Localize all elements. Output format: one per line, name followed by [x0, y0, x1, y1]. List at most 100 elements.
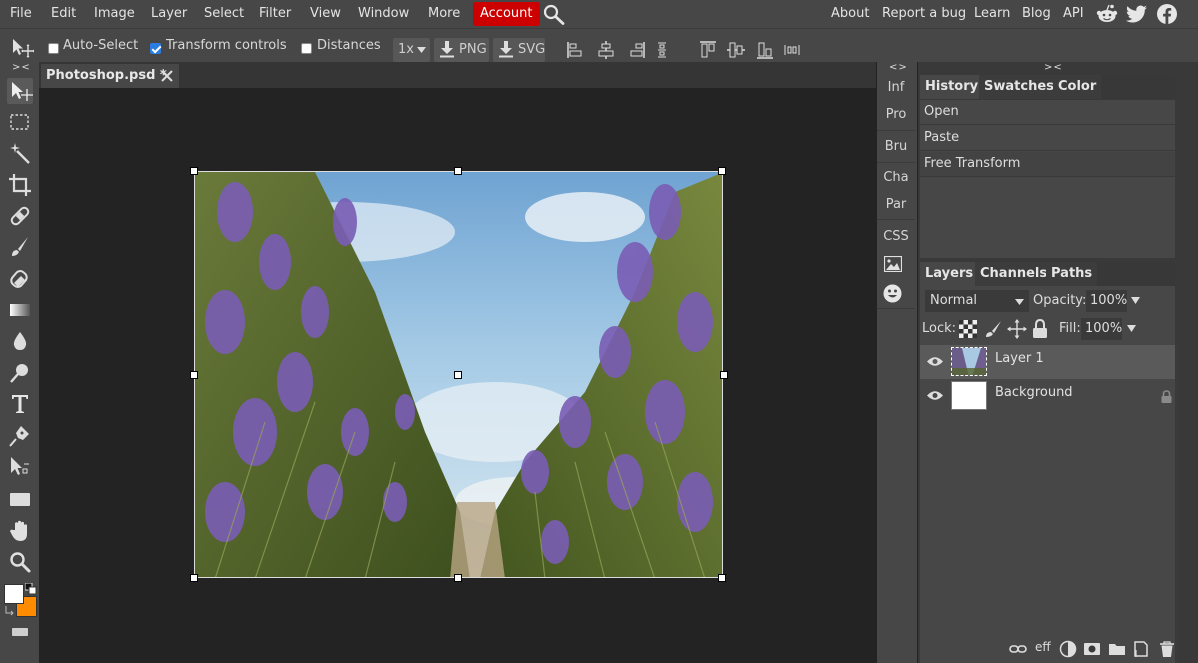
menu-edit[interactable]: Edit [51, 0, 76, 28]
distribute-horizontal-icon[interactable] [654, 40, 674, 60]
transform-handle-bottom-left[interactable] [190, 574, 198, 582]
side-tab-brush[interactable]: Bru [877, 139, 915, 154]
side-tab-character[interactable]: Cha [877, 170, 915, 185]
layers-scrollbar[interactable] [1175, 345, 1178, 663]
foreground-color-swatch[interactable] [4, 584, 24, 604]
search-icon[interactable] [542, 3, 566, 25]
tab-history[interactable]: History [920, 75, 984, 99]
export-svg-button[interactable]: SVG [493, 38, 545, 62]
history-item-free-transform[interactable]: Free Transform [920, 152, 1175, 177]
link-api[interactable]: API [1063, 0, 1084, 28]
fill-dropdown-icon[interactable] [1127, 325, 1136, 332]
transform-handle-top[interactable] [454, 167, 462, 175]
menu-layer[interactable]: Layer [151, 0, 187, 28]
move-tool[interactable] [7, 78, 33, 104]
twitter-icon[interactable] [1125, 3, 1149, 25]
history-item-open[interactable]: Open [920, 100, 1175, 125]
eye-icon[interactable] [927, 356, 943, 367]
account-button[interactable]: Account [473, 2, 540, 26]
tab-channels[interactable]: Channels [975, 262, 1053, 286]
layer-row-background[interactable]: Background [920, 379, 1175, 413]
tab-color[interactable]: Color [1053, 75, 1102, 99]
pen-tool[interactable] [7, 423, 33, 449]
align-middle-icon[interactable] [726, 40, 746, 60]
transform-handle-top-right[interactable] [718, 167, 726, 175]
align-left-icon[interactable] [566, 40, 586, 60]
transform-handle-right[interactable] [720, 371, 728, 379]
document-tab[interactable]: Photoshop.psd * [41, 64, 179, 88]
magic-wand-tool[interactable] [7, 141, 33, 167]
menu-more[interactable]: More [428, 0, 460, 28]
side-tab-css[interactable]: CSS [877, 229, 915, 244]
adjustment-layer-icon[interactable] [1059, 640, 1077, 658]
quick-mask-icon[interactable] [12, 628, 28, 636]
side-tab-info[interactable]: Inf [877, 80, 915, 95]
align-bottom-icon[interactable] [755, 40, 775, 60]
export-png-button[interactable]: PNG [434, 38, 489, 62]
lock-position-icon[interactable] [1007, 319, 1027, 339]
dodge-tool[interactable] [7, 360, 33, 386]
link-learn[interactable]: Learn [974, 0, 1010, 28]
side-tab-paragraph[interactable]: Par [877, 197, 915, 212]
gradient-tool[interactable] [7, 297, 33, 323]
fill-input[interactable]: 100% [1081, 318, 1122, 340]
path-select-tool[interactable] [7, 454, 33, 480]
delete-layer-icon[interactable] [1158, 640, 1176, 658]
distances-checkbox[interactable] [301, 43, 312, 54]
opacity-dropdown-icon[interactable] [1131, 297, 1140, 304]
new-layer-icon[interactable] [1132, 640, 1150, 658]
layer-mask-icon[interactable] [1083, 640, 1101, 658]
transform-controls-checkbox[interactable] [150, 43, 161, 54]
right-collapse-toggle[interactable]: >< [1044, 62, 1063, 73]
hand-tool[interactable] [7, 518, 33, 544]
lock-transparency-icon[interactable] [959, 320, 977, 338]
menu-select[interactable]: Select [204, 0, 244, 28]
default-colors-icon[interactable] [25, 583, 37, 595]
auto-select-checkbox[interactable] [48, 43, 59, 54]
layer-row-layer-1[interactable]: Layer 1 [920, 345, 1175, 379]
zoom-select[interactable]: 1x [393, 38, 430, 62]
align-center-icon[interactable] [596, 40, 616, 60]
lock-all-icon[interactable] [1032, 319, 1048, 339]
eraser-tool[interactable] [7, 266, 33, 292]
menu-image[interactable]: Image [94, 0, 135, 28]
canvas-area[interactable] [39, 88, 876, 663]
side-tab-properties[interactable]: Pro [877, 107, 915, 122]
type-tool[interactable] [7, 391, 33, 417]
blend-mode-select[interactable]: Normal [925, 290, 1029, 312]
history-item-paste[interactable]: Paste [920, 126, 1175, 151]
image-icon[interactable] [884, 256, 902, 272]
tab-paths[interactable]: Paths [1046, 262, 1098, 286]
link-blog[interactable]: Blog [1022, 0, 1051, 28]
marquee-tool[interactable] [7, 109, 33, 135]
transform-handle-center[interactable] [454, 371, 462, 379]
transform-handle-bottom[interactable] [454, 574, 462, 582]
link-report-bug[interactable]: Report a bug [882, 0, 966, 28]
layer-effects-button[interactable]: eff [1035, 640, 1051, 654]
facebook-icon[interactable] [1155, 3, 1179, 25]
transform-handle-bottom-right[interactable] [718, 574, 726, 582]
align-top-icon[interactable] [698, 40, 718, 60]
tools-collapse-toggle[interactable]: >< [12, 62, 31, 73]
new-group-folder-icon[interactable] [1108, 640, 1126, 658]
crop-tool[interactable] [7, 172, 33, 198]
distribute-vertical-icon[interactable] [782, 40, 802, 60]
shape-tool[interactable] [7, 486, 33, 512]
eye-icon[interactable] [927, 390, 943, 401]
link-about[interactable]: About [831, 0, 869, 28]
side-collapse-toggle[interactable]: <> [889, 62, 908, 73]
menu-filter[interactable]: Filter [259, 0, 291, 28]
healing-tool[interactable] [7, 203, 33, 229]
blur-tool[interactable] [7, 328, 33, 354]
zoom-tool[interactable] [7, 549, 33, 575]
transform-handle-top-left[interactable] [190, 167, 198, 175]
menu-file[interactable]: File [10, 0, 32, 28]
swap-colors-icon[interactable] [4, 605, 15, 616]
close-icon[interactable] [161, 70, 173, 82]
tab-swatches[interactable]: Swatches [979, 75, 1059, 99]
transform-handle-left[interactable] [190, 371, 198, 379]
align-right-icon[interactable] [626, 40, 646, 60]
reddit-icon[interactable] [1095, 3, 1119, 25]
lock-pixels-brush-icon[interactable] [984, 320, 1002, 338]
brush-tool[interactable] [7, 234, 33, 260]
